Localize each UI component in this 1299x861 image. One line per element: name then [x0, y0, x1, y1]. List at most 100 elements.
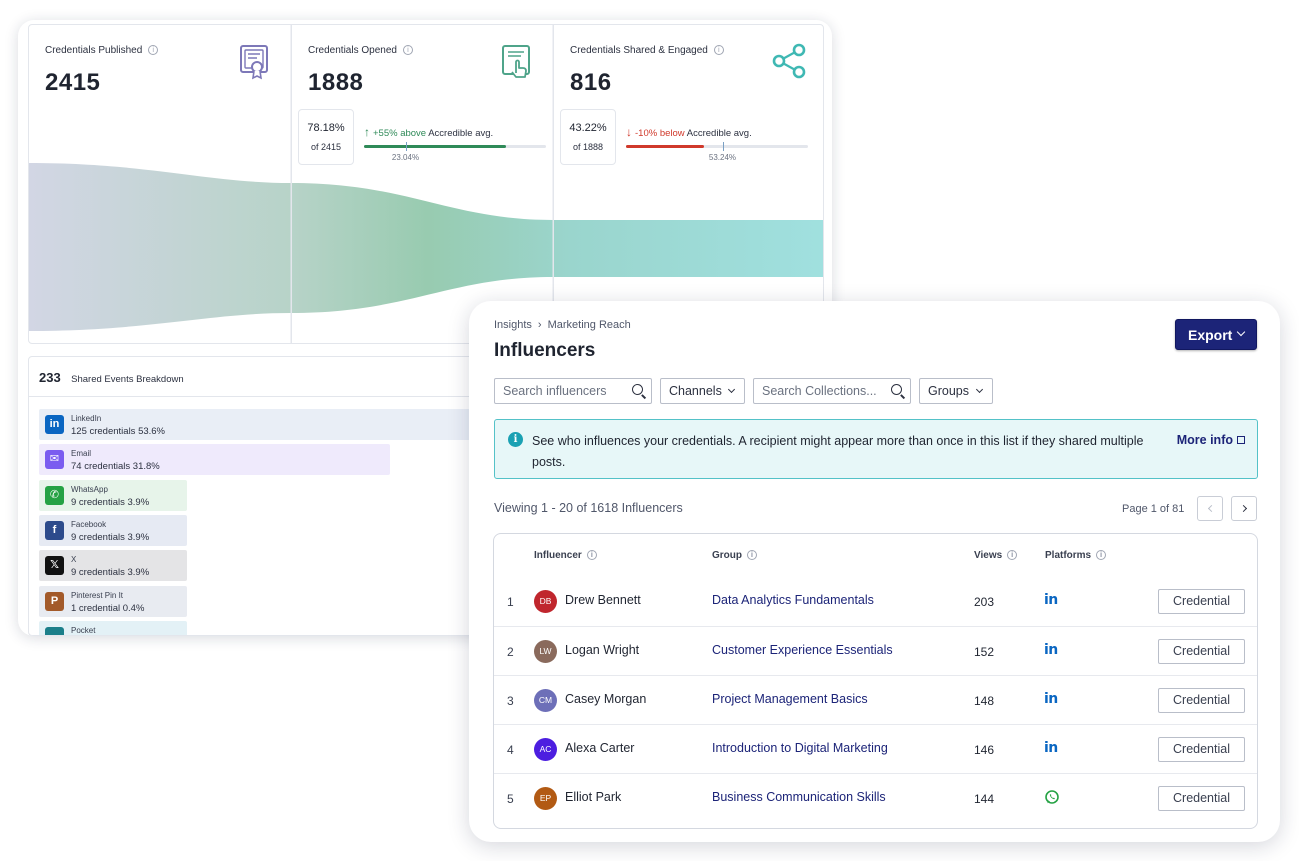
breadcrumb-insights[interactable]: Insights: [494, 319, 532, 331]
channel-name: Pocket: [71, 625, 96, 635]
metric-opened: Credentials Opened i 1888 78.18% of 2415 …: [291, 25, 553, 343]
next-page-button[interactable]: [1231, 496, 1257, 521]
influencer-name[interactable]: Casey Morgan: [565, 692, 646, 706]
influencer-name[interactable]: Alexa Carter: [565, 741, 634, 755]
metric-label: Credentials Opened i: [308, 45, 413, 56]
credentials-funnel: Credentials Published i 2415 Credentials …: [28, 24, 824, 344]
opened-rate-base: of 2415: [310, 142, 342, 152]
shared-channel-row: 𝕏X 9 credentials 3.9%: [39, 550, 187, 582]
info-icon[interactable]: i: [1096, 550, 1107, 560]
more-info-link[interactable]: More info: [1177, 433, 1245, 447]
whatsapp-icon: [1045, 790, 1059, 804]
influencer-name[interactable]: Logan Wright: [565, 643, 639, 657]
shared-channel-row: ✉ Email 74 credentials 31.8%: [39, 444, 391, 476]
column-header-platforms[interactable]: Platforms i: [1045, 550, 1107, 561]
table-row[interactable]: 3 CM Casey Morgan Project Management Basics…: [494, 675, 1257, 724]
column-header-group[interactable]: Group i: [712, 550, 757, 561]
table-row[interactable]: 5 EP Elliot Park Business Communication Ski…: [494, 773, 1257, 822]
row-index: 2: [507, 645, 514, 659]
channel-name: Pinterest Pin It: [71, 590, 124, 600]
linkedin-icon: in: [45, 415, 64, 434]
shared-events-title: Shared Events Breakdown: [71, 374, 184, 385]
table-row[interactable]: 1 DB Drew Bennett Data Analytics Fundamenta…: [494, 577, 1257, 626]
info-icon[interactable]: i: [148, 45, 159, 55]
group-link[interactable]: Introduction to Digital Marketing: [712, 741, 888, 755]
influencers-card: Insights › Marketing Reach Influencers Exp…: [469, 301, 1280, 842]
row-index: 5: [507, 792, 514, 806]
opened-comparison: ↑ +55% above Accredible avg.: [364, 125, 494, 139]
shared-events-count: 233: [39, 370, 61, 385]
search-collections-input[interactable]: Search Collections...: [753, 378, 911, 404]
views-count: 152: [974, 645, 995, 659]
opened-rate-box: 78.18% of 2415: [298, 109, 354, 165]
info-icon[interactable]: i: [713, 45, 724, 55]
email-icon: ✉: [45, 450, 64, 470]
shared-channel-row: f Facebook 9 credentials 3.9%: [39, 514, 187, 546]
group-link[interactable]: Customer Experience Essentials: [712, 643, 893, 657]
facebook-icon: f: [45, 520, 64, 540]
channel-name: X: [71, 555, 77, 565]
metric-value: 816: [570, 69, 612, 96]
column-header-influencer[interactable]: Influencer i: [534, 550, 597, 561]
avatar: LW: [534, 640, 557, 663]
prev-page-button[interactable]: [1197, 496, 1223, 521]
pocket-icon: [45, 626, 64, 635]
pinterest-icon: P: [45, 591, 64, 611]
info-icon[interactable]: i: [747, 550, 757, 560]
avg-label: 23.04%: [391, 153, 420, 162]
arrow-down-icon: ↓: [626, 125, 632, 139]
group-link[interactable]: Data Analytics Fundamentals: [712, 593, 874, 607]
channel-name: WhatsApp: [71, 484, 108, 494]
avatar: AC: [534, 738, 557, 761]
credential-button[interactable]: Credential: [1158, 639, 1245, 664]
influencer-name[interactable]: Elliot Park: [565, 790, 621, 804]
info-icon[interactable]: i: [586, 550, 597, 560]
info-icon[interactable]: i: [1007, 550, 1018, 560]
search-icon: [891, 384, 902, 395]
share-icon: [772, 43, 806, 79]
metric-published: Credentials Published i 2415: [29, 25, 291, 343]
influencer-name[interactable]: Drew Bennett: [565, 593, 641, 607]
channel-detail: 9 credentials 3.9%: [71, 496, 150, 508]
channel-name: Facebook: [71, 519, 107, 529]
group-link[interactable]: Project Management Basics: [712, 692, 868, 706]
chevron-down-icon: [975, 385, 984, 394]
shared-comparison: ↓ -10% below Accredible avg.: [626, 125, 752, 139]
groups-dropdown[interactable]: Groups: [919, 378, 993, 404]
table-row[interactable]: 4 AC Alexa Carter Introduction to Digital M…: [494, 724, 1257, 773]
row-index: 4: [507, 743, 514, 757]
channel-detail: 74 credentials 31.8%: [71, 461, 160, 473]
avatar: CM: [534, 689, 557, 712]
views-count: 144: [974, 792, 995, 806]
credential-button[interactable]: Credential: [1158, 589, 1245, 614]
group-link[interactable]: Business Communication Skills: [712, 790, 886, 804]
search-influencers-input[interactable]: Search influencers: [494, 378, 652, 404]
metric-value: 1888: [308, 69, 364, 96]
channel-detail: 9 credentials 3.9%: [71, 567, 150, 579]
credential-button[interactable]: Credential: [1158, 737, 1245, 762]
shared-channel-row: ✆ WhatsApp 9 credentials 3.9%: [39, 479, 187, 511]
metric-shared: Credentials Shared & Engaged i 816 43.22%…: [553, 25, 823, 343]
credential-button[interactable]: Credential: [1158, 786, 1245, 811]
credential-button[interactable]: Credential: [1158, 688, 1245, 713]
row-index: 1: [507, 595, 514, 609]
info-icon[interactable]: i: [402, 45, 413, 55]
linkedin-icon: in: [1044, 642, 1058, 658]
shared-rate-base: of 1888: [572, 142, 604, 152]
channels-dropdown[interactable]: Channels: [660, 378, 745, 404]
channel-detail: 9 credentials 3.9%: [71, 531, 150, 543]
linkedin-icon: in: [1044, 592, 1058, 608]
opened-rate: 78.18%: [307, 122, 345, 134]
channel-detail: 1 credential 0.4%: [71, 602, 145, 614]
chevron-right-icon: ›: [537, 319, 542, 331]
breadcrumb: Insights › Marketing Reach: [494, 319, 631, 331]
chevron-down-icon: [727, 385, 736, 394]
export-button[interactable]: Export: [1175, 319, 1257, 350]
chevron-right-icon: [1239, 504, 1248, 513]
column-header-views[interactable]: Views i: [974, 550, 1018, 561]
breadcrumb-marketing-reach[interactable]: Marketing Reach: [548, 319, 631, 331]
shared-rate-box: 43.22% of 1888: [560, 109, 616, 165]
shared-rate: 43.22%: [569, 122, 607, 134]
table-row[interactable]: 2 LW Logan Wright Customer Experience Essen…: [494, 626, 1257, 675]
avatar: EP: [534, 787, 557, 810]
